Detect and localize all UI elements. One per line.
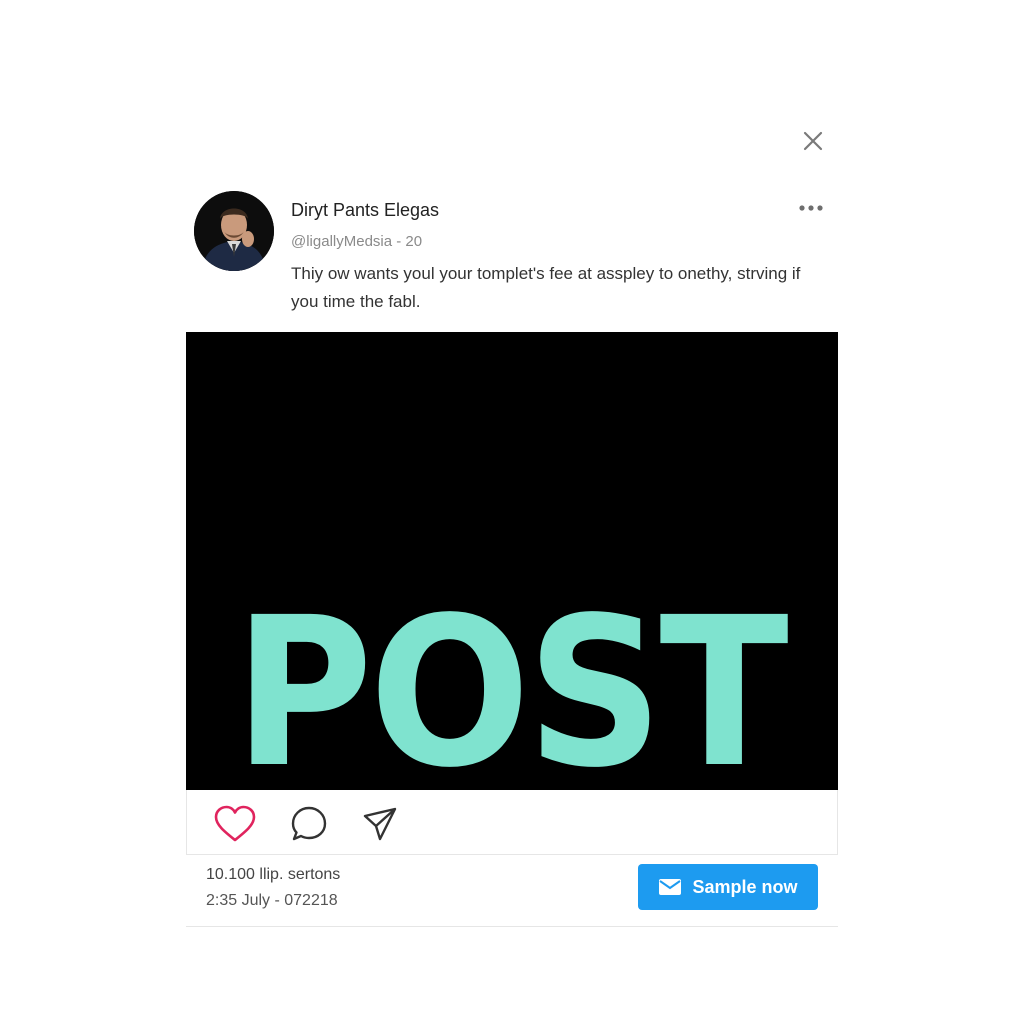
close-button[interactable] (798, 126, 828, 156)
page: Diryt Pants Elegas @ligallyMedsia - 20 T… (0, 0, 1024, 1024)
sample-now-button[interactable]: Sample now (638, 864, 818, 910)
close-icon (803, 131, 823, 151)
post-card: Diryt Pants Elegas @ligallyMedsia - 20 T… (186, 176, 838, 928)
heart-icon (214, 805, 256, 842)
post-timestamp[interactable]: 2:35 July - 072218 (206, 892, 338, 910)
post-header: Diryt Pants Elegas @ligallyMedsia - 20 T… (186, 176, 838, 332)
author-handle[interactable]: @ligallyMedsia - 20 (291, 233, 422, 250)
post-image[interactable]: POST (186, 332, 838, 790)
more-options-button[interactable] (794, 196, 828, 220)
avatar[interactable] (194, 191, 274, 271)
post-image-text: POST (234, 573, 789, 790)
send-icon (363, 807, 397, 841)
comment-button[interactable] (287, 804, 331, 844)
engagement-stats[interactable]: 10.100 llip. sertons (206, 866, 340, 884)
post-footer: 10.100 llip. sertons 2:35 July - 072218 … (186, 856, 838, 927)
like-button[interactable] (213, 804, 257, 844)
action-bar (186, 790, 838, 855)
author-name[interactable]: Diryt Pants Elegas (291, 200, 439, 221)
post-text: Thiy ow wants youl your tomplet's fee at… (291, 264, 801, 311)
sample-now-label: Sample now (692, 876, 798, 897)
share-button[interactable] (357, 804, 401, 844)
envelope-icon (659, 879, 682, 895)
avatar-image (194, 191, 274, 271)
more-icon (799, 205, 823, 211)
comment-icon (291, 806, 327, 841)
